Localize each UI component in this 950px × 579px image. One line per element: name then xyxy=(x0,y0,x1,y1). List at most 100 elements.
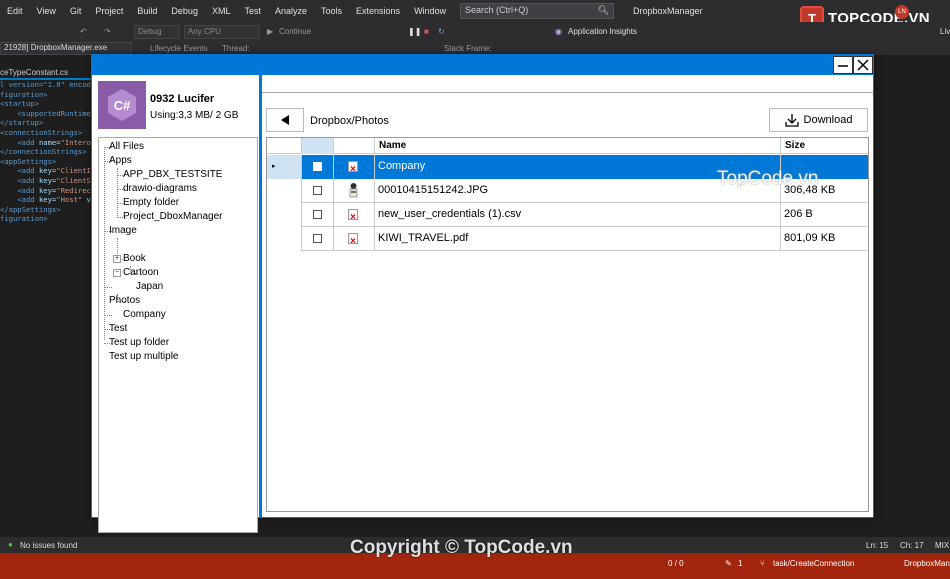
check-icon: ● xyxy=(8,540,13,549)
tree-item-apps[interactable]: Apps xyxy=(109,154,132,168)
close-icon xyxy=(857,59,869,71)
back-arrow-icon xyxy=(281,115,289,125)
editor-file-tab[interactable]: ceTypeConstant.cs xyxy=(0,68,68,77)
table-row[interactable]: KIWI_TRAVEL.pdf 801,09 KB xyxy=(267,227,868,253)
tree-connector xyxy=(104,315,112,316)
pending-edits-count[interactable]: 1 xyxy=(738,559,742,568)
select-all-column[interactable] xyxy=(302,138,334,154)
name-column-header[interactable]: Name xyxy=(375,138,781,154)
menu-test[interactable]: Test xyxy=(237,6,268,16)
tree-item-test-up-folder[interactable]: Test up folder xyxy=(109,336,169,350)
menu-edit[interactable]: Edit xyxy=(0,6,30,16)
icon-column[interactable] xyxy=(334,138,375,154)
collapse-icon[interactable]: − xyxy=(113,269,121,277)
row-size: 801,09 KB xyxy=(784,232,836,244)
line-indicator: Ln: 15 xyxy=(866,541,889,550)
vs-user-avatar[interactable]: LN xyxy=(895,5,909,19)
menu-project[interactable]: Project xyxy=(88,6,130,16)
row-name[interactable]: KIWI_TRAVEL.pdf xyxy=(375,227,781,251)
row-icon-cell xyxy=(334,155,375,181)
restart-icon[interactable]: ↻ xyxy=(438,27,445,36)
tree-connector xyxy=(104,287,112,288)
tree-item-book[interactable]: Book xyxy=(123,252,146,266)
lifecycle-events-button[interactable]: Lifecycle Events xyxy=(150,44,208,53)
row-header[interactable] xyxy=(267,227,302,251)
close-button[interactable] xyxy=(853,56,873,74)
tree-item-japan[interactable]: Japan xyxy=(136,280,163,294)
grid-header: Name Size xyxy=(267,138,868,154)
continue-button[interactable]: Continue xyxy=(279,27,311,36)
minimize-button[interactable] xyxy=(833,56,853,74)
tree-item-test[interactable]: Test xyxy=(109,322,127,336)
tree-item-company[interactable]: Company xyxy=(123,308,166,322)
row-header[interactable] xyxy=(267,179,302,203)
row-checkbox[interactable] xyxy=(313,234,322,243)
screen: Edit View Git Project Build Debug XML Te… xyxy=(0,0,950,579)
menu-window[interactable]: Window xyxy=(407,6,453,16)
menu-debug[interactable]: Debug xyxy=(164,6,205,16)
expand-icon[interactable]: + xyxy=(113,255,121,263)
config-value: Debug xyxy=(138,27,162,36)
file-grid[interactable]: Name Size ▸ Company xyxy=(266,137,869,512)
row-checkbox[interactable] xyxy=(313,210,322,219)
row-name[interactable]: new_user_credentials (1).csv xyxy=(375,203,781,227)
live-share-button[interactable]: Liv xyxy=(940,27,950,36)
tree-item-empty-folder[interactable]: Empty folder xyxy=(123,196,179,210)
menu-view[interactable]: View xyxy=(30,6,63,16)
menu-build[interactable]: Build xyxy=(130,6,164,16)
row-header-column xyxy=(267,138,302,154)
platform-select[interactable]: Any CPU xyxy=(184,25,260,39)
menu-xml[interactable]: XML xyxy=(205,6,238,16)
avatar-glyph: C# xyxy=(113,97,131,113)
tree-item-cartoon[interactable]: Cartoon xyxy=(123,266,159,280)
table-row[interactable]: new_user_credentials (1).csv 206 B xyxy=(267,203,868,229)
app-insights-button[interactable]: Application Insights xyxy=(568,27,637,36)
redo-icon[interactable]: ↷ xyxy=(104,27,111,36)
tree-item-app-dbx-testsite[interactable]: APP_DBX_TESTSITE xyxy=(123,168,222,182)
file-broken-icon xyxy=(348,206,358,229)
tree-item-drawio-diagrams[interactable]: drawio-diagrams xyxy=(123,182,197,196)
tree-item-project-dboxmanager[interactable]: Project_DboxManager xyxy=(123,210,223,224)
row-checkbox-cell[interactable] xyxy=(302,227,334,251)
tree-item-image[interactable]: Image xyxy=(109,224,137,238)
row-checkbox-cell[interactable] xyxy=(302,179,334,203)
row-checkbox[interactable] xyxy=(313,162,322,171)
menu-tools[interactable]: Tools xyxy=(314,6,349,16)
menu-git[interactable]: Git xyxy=(63,6,89,16)
menu-analyze[interactable]: Analyze xyxy=(268,6,314,16)
column-indicator: Ch: 17 xyxy=(900,541,924,550)
tree-item-photos[interactable]: Photos xyxy=(109,294,140,308)
menu-extensions[interactable]: Extensions xyxy=(349,6,407,16)
folder-broken-icon xyxy=(348,158,358,181)
window-titlebar[interactable] xyxy=(92,55,873,75)
row-header[interactable] xyxy=(267,203,302,227)
row-checkbox-cell[interactable] xyxy=(302,155,334,179)
undo-icon[interactable]: ↶ xyxy=(80,27,87,36)
changes-indicator[interactable]: 0 / 0 xyxy=(668,559,684,568)
storage-usage: Using:3,3 MB/ 2 GB xyxy=(150,110,239,121)
vs-search-input[interactable]: Search (Ctrl+Q) 🔍︎ xyxy=(460,3,614,19)
row-checkbox-cell[interactable] xyxy=(302,203,334,227)
vs-window-title: DropboxManager xyxy=(633,6,703,16)
stop-icon[interactable]: ■ xyxy=(424,27,429,36)
size-column-header[interactable]: Size xyxy=(781,138,868,154)
repo-name[interactable]: DropboxManag xyxy=(904,559,950,568)
divider xyxy=(262,92,873,93)
platform-value: Any CPU xyxy=(188,27,221,36)
row-header[interactable]: ▸ xyxy=(267,155,302,179)
pause-icon[interactable]: ❚❚ xyxy=(408,27,421,36)
no-issues-label[interactable]: No issues found xyxy=(20,541,77,550)
back-button[interactable] xyxy=(266,108,304,132)
line-ending-indicator[interactable]: MIX xyxy=(935,541,949,550)
tree-item-all-files[interactable]: All Files xyxy=(109,140,144,154)
watermark-copyright: Copyright © TopCode.vn xyxy=(350,537,573,558)
download-button[interactable]: Download xyxy=(769,108,868,132)
tree-item-test-up-multiple[interactable]: Test up multiple xyxy=(109,350,178,364)
avatar: C# xyxy=(98,81,146,129)
branch-name[interactable]: task/CreateConnection xyxy=(773,559,854,568)
row-checkbox[interactable] xyxy=(313,186,322,195)
config-select[interactable]: Debug xyxy=(134,25,180,39)
folder-tree[interactable]: + − All Files Apps APP_DBX_TESTSITE draw… xyxy=(98,137,258,533)
continue-icon[interactable]: ▶ xyxy=(267,27,273,36)
editor-code-view[interactable]: l version="1.0" encod figuration> <start… xyxy=(0,80,95,224)
